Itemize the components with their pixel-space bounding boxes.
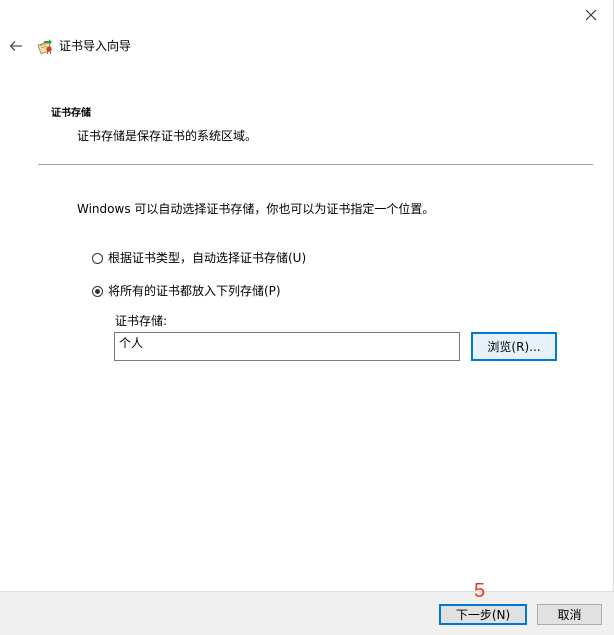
back-arrow-icon xyxy=(9,37,23,56)
auto-select-store-option[interactable]: 根据证书类型，自动选择证书存储(U) xyxy=(92,250,306,266)
cancel-button[interactable]: 取消 xyxy=(537,604,602,625)
certificate-store-field[interactable] xyxy=(114,332,460,361)
store-label: 证书存储: xyxy=(115,314,168,328)
next-button[interactable]: 下一步(N) xyxy=(439,604,527,625)
section-title: 证书存储 xyxy=(51,108,91,119)
auto-select-label: 根据证书类型，自动选择证书存储(U) xyxy=(108,251,307,265)
place-all-in-store-option[interactable]: 将所有的证书都放入下列存储(P) xyxy=(92,283,281,299)
wizard-header: 证书导入向导 xyxy=(0,34,613,58)
certificate-import-wizard: 证书导入向导 证书存储 证书存储是保存证书的系统区域。 Windows 可以自动… xyxy=(0,0,614,635)
close-button[interactable] xyxy=(569,0,613,30)
place-all-radio[interactable] xyxy=(92,285,103,297)
step-number-annotation: 5 xyxy=(474,580,486,602)
close-icon xyxy=(585,6,597,25)
section-description: 证书存储是保存证书的系统区域。 xyxy=(77,129,258,143)
certificate-icon xyxy=(37,37,55,55)
place-all-label: 将所有的证书都放入下列存储(P) xyxy=(108,284,281,298)
wizard-footer: 下一步(N) 取消 xyxy=(0,591,614,635)
window-title: 证书导入向导 xyxy=(59,39,132,53)
browse-button[interactable]: 浏览(R)... xyxy=(471,332,557,361)
intro-text: Windows 可以自动选择证书存储，你也可以为证书指定一个位置。 xyxy=(77,202,435,216)
auto-select-radio[interactable] xyxy=(92,252,103,264)
header-divider xyxy=(38,164,593,165)
back-button[interactable] xyxy=(6,36,26,56)
